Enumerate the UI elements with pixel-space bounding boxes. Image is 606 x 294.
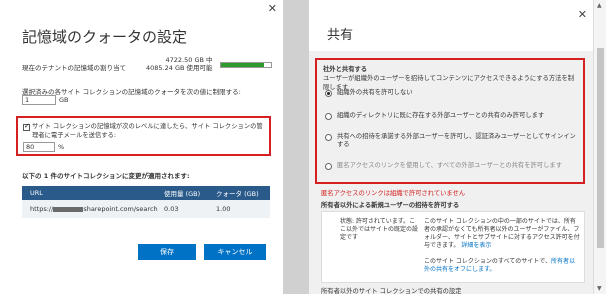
sharing-option-existing[interactable]: 組織のディレクトリに既に存在する外部ユーザーとの共有のみ許可します (325, 112, 579, 120)
site-collection-table: URL 使用量 (GB) クォータ (GB) https:// sharepoin… (22, 186, 270, 218)
quota-available: 4085.24 GB 使用可能 (146, 64, 213, 72)
option-label: 組織のディレクトリに既に存在する外部ユーザーとの共有のみ許可します (337, 112, 545, 119)
sharing-panel: 共有 ✕ 社外と共有する ユーザーが組織外のユーザーを招待してコンテンツにアクセ… (309, 0, 606, 294)
limit-row: 1 GB (22, 95, 69, 105)
scroll-thumb[interactable] (597, 48, 604, 248)
status-text: 状態: 許可されています。ここ以外ではサイトの既定の設定です (340, 218, 419, 241)
url-suffix: sharepoint.com/search (83, 205, 158, 213)
cancel-button[interactable]: キャンセル (204, 244, 266, 260)
table-row: https:// sharepoint.com/search 0.03 1.00 (22, 200, 270, 218)
quota-values: 4722.50 GB 中 4085.24 GB 使用可能 (146, 56, 213, 72)
radio-button[interactable] (325, 90, 332, 97)
warning-checkbox[interactable] (23, 122, 30, 131)
detail-body: このサイト コレクションの中の一部のサイトでは、所有者の承認がなくても所有者以外… (424, 218, 580, 249)
radio-button[interactable] (325, 163, 332, 170)
save-button[interactable]: 保存 (138, 244, 196, 260)
email-warning-section: サイト コレクションの記憶域が次のレベルに達したら、サイト コレクションの管理者… (16, 116, 271, 156)
sharing-header: 共有 ✕ (309, 0, 593, 51)
panel-title: 記憶域のクォータの設定 (22, 28, 188, 46)
quota-total: 4722.50 GB 中 (165, 56, 213, 64)
warning-label: サイト コレクションの記憶域が次のレベルに達したら、サイト コレクションの管理者… (32, 123, 263, 139)
detail-text: このサイト コレクションの中の一部のサイトでは、所有者の承認がなくても所有者以外… (424, 218, 580, 250)
radio-button[interactable] (325, 113, 332, 120)
column-header-quota: クォータ (GB) (216, 190, 259, 198)
non-owner-invite-title: 所有者以外による新規ユーザーの招待を許可する (321, 202, 460, 209)
external-sharing-section: 社外と共有する ユーザーが組織外のユーザーを招待してコンテンツにアクセスできるよ… (315, 58, 585, 184)
sharing-content: 社外と共有する ユーザーが組織外のユーザーを招待してコンテンツにアクセスできるよ… (309, 51, 593, 294)
scroll-up-icon[interactable]: ▲ (597, 2, 602, 9)
sharing-option-none[interactable]: 組織外の共有を許可しない (325, 89, 579, 97)
button-row: 保存 キャンセル (138, 244, 266, 260)
detail2-body: このサイト コレクションのすべてのサイトで、 (424, 258, 552, 265)
option-label: 組織外の共有を許可しない (337, 89, 413, 96)
row-url: https:// sharepoint.com/search (22, 205, 164, 213)
sharing-option-anonymous[interactable]: 匿名アクセスのリンクを使用して、すべての外部ユーザーとの共有を許可します (325, 162, 579, 170)
warning-percent-unit: % (58, 143, 65, 151)
warning-percent-input[interactable]: 80 (23, 142, 55, 152)
scroll-down-icon[interactable]: ▼ (597, 285, 602, 292)
applies-heading: 以下の 1 件のサイトコレクションに変更が適用されます: (22, 172, 190, 180)
close-icon[interactable]: ✕ (268, 2, 277, 15)
radio-button[interactable] (325, 134, 332, 141)
url-prefix: https:// (30, 205, 54, 213)
vertical-scrollbar[interactable]: ▲ ▼ (593, 0, 606, 294)
redacted-block (53, 206, 84, 212)
anonymous-notice: 匿名アクセスのリンクは組織で許可されていません (321, 190, 466, 197)
sharing-title: 共有 (327, 28, 354, 43)
quota-label: 現在のテナントの記憶域の割り当て (22, 64, 126, 72)
option-label: 匿名アクセスのリンクを使用して、すべての外部ユーザーとの共有を許可します (337, 162, 562, 169)
quota-progress-bar (220, 62, 272, 68)
sharing-option-authenticated[interactable]: 共有への招待を承諾する外部ユーザーを許可し、認証済みユーザーとしてサインインする (325, 133, 579, 149)
limit-input[interactable]: 1 (22, 95, 56, 105)
table-header: URL 使用量 (GB) クォータ (GB) (22, 186, 270, 200)
option-label: 共有への招待を承諾する外部ユーザーを許可し、認証済みユーザーとしてサインインする (337, 133, 576, 148)
detail-link[interactable]: 詳細を表示 (461, 242, 491, 249)
close-icon[interactable]: ✕ (578, 8, 587, 21)
detail2-text: このサイト コレクションのすべてのサイトで、所有者以外の共有をオフにします。 (424, 258, 580, 274)
quota-progress-fill (221, 63, 264, 67)
cut-off-heading: 所有者以外のサイト コレクションでの共有の設定 (321, 288, 462, 294)
warning-percent-row: 80 % (23, 142, 64, 152)
limit-unit: GB (59, 96, 69, 104)
row-quota: 1.00 (216, 205, 231, 213)
non-owner-info-box: 状態: 許可されています。ここ以外ではサイトの既定の設定です このサイト コレク… (321, 211, 585, 283)
column-header-usage: 使用量 (GB) (164, 190, 201, 198)
storage-quota-panel: ✕ 記憶域のクォータの設定 現在のテナントの記憶域の割り当て 4722.50 G… (0, 0, 283, 294)
column-header-url: URL (30, 189, 43, 197)
external-sharing-title: 社外と共有する (323, 66, 368, 73)
row-usage: 0.03 (164, 205, 179, 213)
panel-divider (283, 0, 309, 294)
